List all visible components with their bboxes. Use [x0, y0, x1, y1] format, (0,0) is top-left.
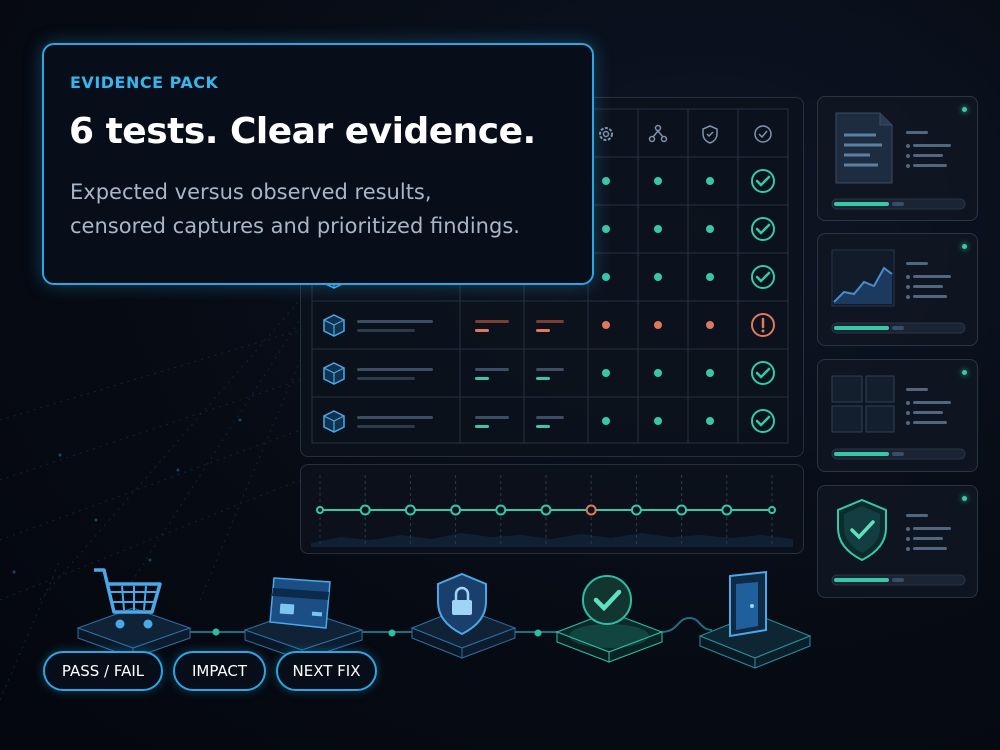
shopping-cart-icon: [76, 568, 192, 659]
description-line-1: Expected versus observed results,: [70, 180, 432, 204]
exit-door-icon: [698, 570, 812, 669]
headline: 6 tests. Clear evidence.: [69, 111, 536, 152]
description-line-2: censored captures and prioritized findin…: [70, 214, 520, 238]
hero-description: Expected versus observed results, censor…: [70, 175, 580, 243]
hero-card: EVIDENCE PACK 6 tests. Clear evidence. E…: [42, 43, 594, 285]
check-badge-icon: [555, 575, 664, 663]
impact-pill[interactable]: IMPACT: [173, 651, 266, 691]
pass-fail-pill[interactable]: PASS / FAIL: [43, 651, 163, 691]
shield-lock-icon: [410, 572, 517, 659]
eyebrow-label: EVIDENCE PACK: [70, 73, 219, 92]
next-fix-pill[interactable]: NEXT FIX: [276, 651, 377, 691]
credit-card-icon: [243, 577, 364, 661]
